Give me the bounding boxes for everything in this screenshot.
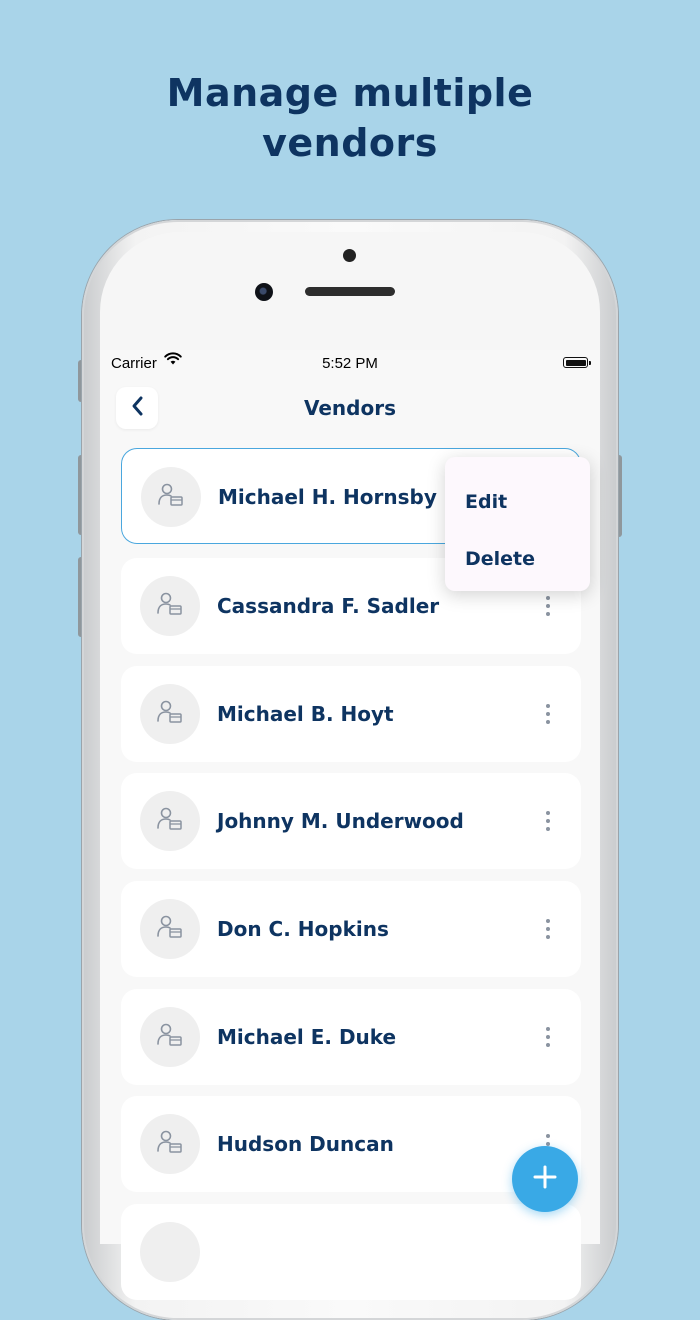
avatar: [140, 899, 200, 959]
vendor-name: Michael E. Duke: [217, 1025, 397, 1049]
more-vertical-icon[interactable]: [539, 592, 557, 620]
plus-icon: [532, 1164, 558, 1194]
front-camera: [255, 283, 273, 301]
vendor-person-icon: [156, 699, 184, 729]
avatar: [140, 684, 200, 744]
vendor-card[interactable]: Michael B. Hoyt: [121, 666, 581, 762]
menu-item-delete[interactable]: Delete: [465, 548, 535, 570]
app-screen: Carrier 5:52 PM Vendors Michael H. Horns…: [100, 350, 600, 1300]
avatar: [140, 576, 200, 636]
headline-line-1: Manage multiple: [166, 71, 534, 115]
add-vendor-button[interactable]: [512, 1146, 578, 1212]
vendor-person-icon: [156, 914, 184, 944]
proximity-sensor: [343, 249, 356, 262]
page-title: Vendors: [303, 396, 396, 420]
vendor-context-menu: Edit Delete: [445, 457, 590, 591]
avatar: [140, 791, 200, 851]
vendor-card[interactable]: Johnny M. Underwood: [121, 773, 581, 869]
status-time: 5:52 PM: [322, 355, 378, 372]
vendor-person-icon: [156, 1129, 184, 1159]
more-vertical-icon[interactable]: [539, 700, 557, 728]
headline: Manage multiple vendors: [0, 68, 700, 168]
vendor-card[interactable]: Don C. Hopkins: [121, 881, 581, 977]
more-vertical-icon[interactable]: [539, 1023, 557, 1051]
earpiece-speaker: [305, 287, 395, 296]
status-bar: Carrier 5:52 PM: [100, 350, 600, 378]
vendor-card[interactable]: Michael E. Duke: [121, 989, 581, 1085]
avatar: [140, 1007, 200, 1067]
avatar: [140, 1222, 200, 1282]
vendor-name: Michael B. Hoyt: [217, 702, 394, 726]
avatar: [140, 1114, 200, 1174]
more-vertical-icon[interactable]: [539, 807, 557, 835]
vendor-name: Cassandra F. Sadler: [217, 594, 440, 618]
vendor-person-icon: [156, 806, 184, 836]
headline-line-2: vendors: [262, 121, 438, 165]
vendor-person-icon: [157, 482, 185, 512]
vendor-name: Michael H. Hornsby: [218, 485, 437, 509]
vendor-name: Johnny M. Underwood: [217, 809, 464, 833]
vendor-card-partial[interactable]: [121, 1204, 581, 1300]
vendor-name: Don C. Hopkins: [217, 917, 389, 941]
vendor-name: Hudson Duncan: [217, 1132, 394, 1156]
vendor-person-icon: [156, 591, 184, 621]
menu-item-edit[interactable]: Edit: [465, 491, 507, 513]
avatar: [141, 467, 201, 527]
more-vertical-icon[interactable]: [539, 915, 557, 943]
battery-icon: [563, 357, 591, 368]
vendor-person-icon: [156, 1022, 184, 1052]
